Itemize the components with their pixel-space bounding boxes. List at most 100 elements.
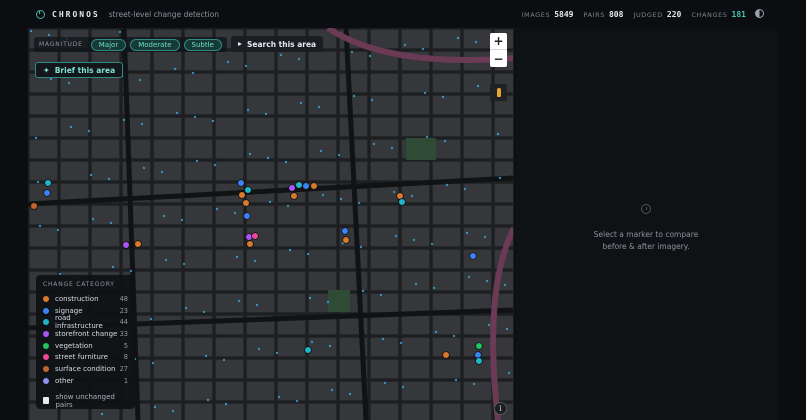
stat-label: CHANGES <box>691 10 728 19</box>
info-icon[interactable]: i <box>494 402 507 415</box>
change-marker <box>134 240 142 248</box>
city-block <box>61 140 88 158</box>
city-block <box>464 250 491 268</box>
unchanged-pair-dot <box>248 152 252 156</box>
unchanged-pair-dot <box>350 50 354 54</box>
change-marker <box>237 179 245 187</box>
magnitude-label: MAGNITUDE <box>39 41 83 48</box>
legend-item-storefront-change[interactable]: storefront change 33 <box>43 328 128 340</box>
show-unchanged-toggle[interactable]: show unchanged pairs <box>43 393 128 409</box>
unchanged-pair-dot <box>412 238 416 242</box>
legend-item-vegetation[interactable]: vegetation 5 <box>43 340 128 352</box>
legend-item-construction[interactable]: construction 48 <box>43 293 128 305</box>
filter-moderate-chip[interactable]: Moderate <box>130 38 180 51</box>
stat-label: PAIRS <box>583 10 605 19</box>
legend-item-name: construction <box>55 294 99 303</box>
city-block <box>61 96 88 114</box>
city-block <box>433 140 460 158</box>
legend-item-street-furniture[interactable]: street furniture 8 <box>43 351 128 363</box>
city-block <box>433 74 460 92</box>
unchanged-pair-dot <box>87 129 91 133</box>
city-block <box>247 162 274 180</box>
stat-images: IMAGES 5849 <box>521 10 573 19</box>
city-block <box>278 272 305 290</box>
change-marker <box>398 198 406 206</box>
city-block <box>309 74 336 92</box>
stat-label: IMAGES <box>521 10 551 19</box>
city-block <box>247 206 274 224</box>
city-block <box>185 206 212 224</box>
unchanged-pair-dot <box>162 214 166 218</box>
unchanged-pair-dot <box>496 132 500 136</box>
unchanged-pair-dot <box>485 279 489 283</box>
city-block <box>154 404 181 420</box>
empty-state: Select a marker to compare before & afte… <box>515 204 777 253</box>
city-block <box>464 96 491 114</box>
toggle-label: show unchanged pairs <box>55 392 115 409</box>
change-marker <box>122 241 130 249</box>
unchanged-pair-dot <box>430 242 434 246</box>
unchanged-pair-dot <box>319 149 323 153</box>
unchanged-pair-dot <box>359 245 363 249</box>
city-block <box>185 404 212 420</box>
stat-value: 5849 <box>554 9 574 19</box>
filter-subtle-chip[interactable]: Subtle <box>183 38 222 51</box>
unchanged-pair-dot <box>295 399 299 403</box>
city-block <box>216 118 243 136</box>
city-block <box>185 250 212 268</box>
street-view-pegman-icon[interactable] <box>490 84 507 101</box>
city-block <box>154 52 181 70</box>
city-block <box>216 338 243 356</box>
legend-item-count: 33 <box>119 329 128 338</box>
unchanged-pair-dot <box>151 361 155 365</box>
unchanged-pair-dot <box>180 218 184 222</box>
legend-item-name: street furniture <box>55 353 108 362</box>
filter-major-chip[interactable]: Major <box>90 38 127 51</box>
category-color-dot <box>43 342 49 349</box>
unchanged-pair-dot <box>264 112 268 116</box>
city-block <box>247 140 274 158</box>
legend-item-other[interactable]: other 1 <box>43 375 128 387</box>
unchanged-pair-dot <box>89 173 93 177</box>
city-block <box>123 250 150 268</box>
city-block <box>185 118 212 136</box>
city-block <box>278 294 305 312</box>
unchanged-pair-dot <box>109 221 113 225</box>
map-view[interactable]: MAGNITUDE Major Moderate Subtle Search t… <box>28 28 514 420</box>
unchanged-pair-dot <box>224 402 228 406</box>
unchanged-pair-dot <box>107 177 111 181</box>
unchanged-checkbox[interactable] <box>43 397 50 404</box>
legend-item-surface-condition[interactable]: surface condition 27 <box>43 363 128 375</box>
unchanged-pair-dot <box>266 156 270 160</box>
theme-toggle-icon[interactable] <box>755 9 764 18</box>
city-block <box>216 162 243 180</box>
search-this-area-button[interactable]: Search this area <box>231 36 324 52</box>
city-block <box>371 338 398 356</box>
city-block <box>154 228 181 246</box>
change-category-legend: CHANGE CATEGORY construction 48 signage 23 r… <box>36 275 135 409</box>
change-marker <box>288 184 296 192</box>
legend-item-road-infrastructure[interactable]: road infrastructure 44 <box>43 314 128 330</box>
unchanged-pair-dot <box>111 265 115 269</box>
legend-title: CHANGE CATEGORY <box>43 281 115 288</box>
unchanged-pair-dot <box>91 217 95 221</box>
brand: CHRONOS street-level change detection <box>36 9 219 19</box>
city-block <box>278 140 305 158</box>
unchanged-pair-dot <box>235 255 239 259</box>
unchanged-pair-dot <box>348 392 352 396</box>
city-block <box>340 52 367 70</box>
city-block <box>61 206 88 224</box>
city-block <box>185 74 212 92</box>
city-block <box>495 206 513 224</box>
legend-item-name: storefront change <box>55 329 118 338</box>
city-block <box>278 382 305 400</box>
city-block <box>402 206 429 224</box>
unchanged-pair-dot <box>268 200 272 204</box>
park <box>406 138 436 160</box>
unchanged-pair-dot <box>277 395 281 399</box>
city-block <box>30 250 57 268</box>
zoom-in-button[interactable]: + <box>490 33 507 50</box>
city-block <box>371 250 398 268</box>
zoom-out-button[interactable]: − <box>490 50 507 67</box>
brief-area-button[interactable]: ✦ Brief this area <box>35 62 124 78</box>
